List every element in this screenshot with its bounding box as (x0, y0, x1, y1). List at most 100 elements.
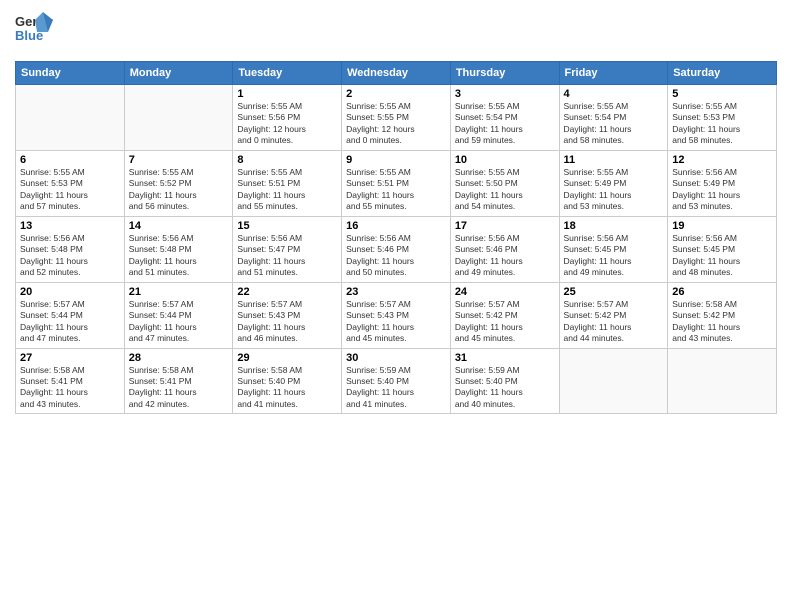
day-info: Sunrise: 5:55 AM Sunset: 5:53 PM Dayligh… (20, 167, 120, 213)
calendar-cell: 22Sunrise: 5:57 AM Sunset: 5:43 PM Dayli… (233, 282, 342, 348)
day-info: Sunrise: 5:55 AM Sunset: 5:56 PM Dayligh… (237, 101, 337, 147)
day-number: 20 (20, 286, 120, 298)
day-number: 1 (237, 88, 337, 100)
day-info: Sunrise: 5:57 AM Sunset: 5:42 PM Dayligh… (455, 299, 555, 345)
day-number: 2 (346, 88, 446, 100)
day-info: Sunrise: 5:57 AM Sunset: 5:42 PM Dayligh… (564, 299, 664, 345)
day-number: 15 (237, 220, 337, 232)
weekday-header-monday: Monday (124, 62, 233, 85)
day-number: 30 (346, 352, 446, 364)
day-number: 7 (129, 154, 229, 166)
day-number: 26 (672, 286, 772, 298)
weekday-header-saturday: Saturday (668, 62, 777, 85)
day-info: Sunrise: 5:56 AM Sunset: 5:48 PM Dayligh… (20, 233, 120, 279)
page-container: General Blue SundayMondayTuesdayWednesda… (0, 0, 792, 424)
day-info: Sunrise: 5:59 AM Sunset: 5:40 PM Dayligh… (346, 365, 446, 411)
calendar-cell: 10Sunrise: 5:55 AM Sunset: 5:50 PM Dayli… (450, 150, 559, 216)
day-number: 18 (564, 220, 664, 232)
calendar-cell: 26Sunrise: 5:58 AM Sunset: 5:42 PM Dayli… (668, 282, 777, 348)
weekday-header-sunday: Sunday (16, 62, 125, 85)
day-number: 28 (129, 352, 229, 364)
calendar-cell: 4Sunrise: 5:55 AM Sunset: 5:54 PM Daylig… (559, 85, 668, 151)
calendar-cell: 8Sunrise: 5:55 AM Sunset: 5:51 PM Daylig… (233, 150, 342, 216)
calendar-cell: 9Sunrise: 5:55 AM Sunset: 5:51 PM Daylig… (342, 150, 451, 216)
calendar-cell: 17Sunrise: 5:56 AM Sunset: 5:46 PM Dayli… (450, 216, 559, 282)
day-info: Sunrise: 5:56 AM Sunset: 5:46 PM Dayligh… (455, 233, 555, 279)
day-info: Sunrise: 5:55 AM Sunset: 5:54 PM Dayligh… (455, 101, 555, 147)
day-info: Sunrise: 5:58 AM Sunset: 5:40 PM Dayligh… (237, 365, 337, 411)
calendar-cell: 1Sunrise: 5:55 AM Sunset: 5:56 PM Daylig… (233, 85, 342, 151)
day-info: Sunrise: 5:56 AM Sunset: 5:45 PM Dayligh… (672, 233, 772, 279)
day-info: Sunrise: 5:56 AM Sunset: 5:45 PM Dayligh… (564, 233, 664, 279)
calendar-cell: 25Sunrise: 5:57 AM Sunset: 5:42 PM Dayli… (559, 282, 668, 348)
logo: General Blue (15, 10, 53, 57)
calendar-cell: 7Sunrise: 5:55 AM Sunset: 5:52 PM Daylig… (124, 150, 233, 216)
day-number: 13 (20, 220, 120, 232)
calendar-table: SundayMondayTuesdayWednesdayThursdayFrid… (15, 61, 777, 414)
day-number: 5 (672, 88, 772, 100)
calendar-cell: 30Sunrise: 5:59 AM Sunset: 5:40 PM Dayli… (342, 348, 451, 414)
calendar-cell: 20Sunrise: 5:57 AM Sunset: 5:44 PM Dayli… (16, 282, 125, 348)
calendar-cell: 18Sunrise: 5:56 AM Sunset: 5:45 PM Dayli… (559, 216, 668, 282)
calendar-cell: 21Sunrise: 5:57 AM Sunset: 5:44 PM Dayli… (124, 282, 233, 348)
calendar-cell: 29Sunrise: 5:58 AM Sunset: 5:40 PM Dayli… (233, 348, 342, 414)
day-info: Sunrise: 5:56 AM Sunset: 5:47 PM Dayligh… (237, 233, 337, 279)
calendar-cell (668, 348, 777, 414)
calendar-cell (559, 348, 668, 414)
day-info: Sunrise: 5:57 AM Sunset: 5:44 PM Dayligh… (20, 299, 120, 345)
day-info: Sunrise: 5:55 AM Sunset: 5:50 PM Dayligh… (455, 167, 555, 213)
day-number: 25 (564, 286, 664, 298)
day-number: 8 (237, 154, 337, 166)
day-number: 19 (672, 220, 772, 232)
weekday-header-friday: Friday (559, 62, 668, 85)
day-info: Sunrise: 5:57 AM Sunset: 5:43 PM Dayligh… (237, 299, 337, 345)
day-number: 24 (455, 286, 555, 298)
calendar-cell: 19Sunrise: 5:56 AM Sunset: 5:45 PM Dayli… (668, 216, 777, 282)
day-number: 29 (237, 352, 337, 364)
calendar-week-row: 13Sunrise: 5:56 AM Sunset: 5:48 PM Dayli… (16, 216, 777, 282)
calendar-week-row: 1Sunrise: 5:55 AM Sunset: 5:56 PM Daylig… (16, 85, 777, 151)
day-number: 10 (455, 154, 555, 166)
day-number: 12 (672, 154, 772, 166)
weekday-header-thursday: Thursday (450, 62, 559, 85)
day-number: 9 (346, 154, 446, 166)
day-info: Sunrise: 5:55 AM Sunset: 5:51 PM Dayligh… (237, 167, 337, 213)
calendar-cell: 31Sunrise: 5:59 AM Sunset: 5:40 PM Dayli… (450, 348, 559, 414)
calendar-cell: 24Sunrise: 5:57 AM Sunset: 5:42 PM Dayli… (450, 282, 559, 348)
day-info: Sunrise: 5:58 AM Sunset: 5:41 PM Dayligh… (129, 365, 229, 411)
day-info: Sunrise: 5:55 AM Sunset: 5:55 PM Dayligh… (346, 101, 446, 147)
day-info: Sunrise: 5:57 AM Sunset: 5:43 PM Dayligh… (346, 299, 446, 345)
calendar-week-row: 20Sunrise: 5:57 AM Sunset: 5:44 PM Dayli… (16, 282, 777, 348)
day-info: Sunrise: 5:55 AM Sunset: 5:49 PM Dayligh… (564, 167, 664, 213)
day-number: 23 (346, 286, 446, 298)
day-info: Sunrise: 5:59 AM Sunset: 5:40 PM Dayligh… (455, 365, 555, 411)
day-info: Sunrise: 5:58 AM Sunset: 5:41 PM Dayligh… (20, 365, 120, 411)
day-number: 14 (129, 220, 229, 232)
day-info: Sunrise: 5:56 AM Sunset: 5:46 PM Dayligh… (346, 233, 446, 279)
day-info: Sunrise: 5:55 AM Sunset: 5:52 PM Dayligh… (129, 167, 229, 213)
day-number: 11 (564, 154, 664, 166)
day-number: 17 (455, 220, 555, 232)
calendar-cell: 6Sunrise: 5:55 AM Sunset: 5:53 PM Daylig… (16, 150, 125, 216)
calendar-cell (124, 85, 233, 151)
calendar-cell: 28Sunrise: 5:58 AM Sunset: 5:41 PM Dayli… (124, 348, 233, 414)
calendar-week-row: 6Sunrise: 5:55 AM Sunset: 5:53 PM Daylig… (16, 150, 777, 216)
day-number: 21 (129, 286, 229, 298)
day-number: 3 (455, 88, 555, 100)
day-number: 31 (455, 352, 555, 364)
calendar-cell: 23Sunrise: 5:57 AM Sunset: 5:43 PM Dayli… (342, 282, 451, 348)
header: General Blue (15, 10, 777, 57)
calendar-cell: 14Sunrise: 5:56 AM Sunset: 5:48 PM Dayli… (124, 216, 233, 282)
day-number: 27 (20, 352, 120, 364)
calendar-cell (16, 85, 125, 151)
weekday-header-row: SundayMondayTuesdayWednesdayThursdayFrid… (16, 62, 777, 85)
day-info: Sunrise: 5:57 AM Sunset: 5:44 PM Dayligh… (129, 299, 229, 345)
logo-mark: General Blue (15, 10, 53, 57)
calendar-cell: 5Sunrise: 5:55 AM Sunset: 5:53 PM Daylig… (668, 85, 777, 151)
calendar-cell: 3Sunrise: 5:55 AM Sunset: 5:54 PM Daylig… (450, 85, 559, 151)
calendar-cell: 16Sunrise: 5:56 AM Sunset: 5:46 PM Dayli… (342, 216, 451, 282)
weekday-header-tuesday: Tuesday (233, 62, 342, 85)
weekday-header-wednesday: Wednesday (342, 62, 451, 85)
day-number: 6 (20, 154, 120, 166)
day-number: 4 (564, 88, 664, 100)
